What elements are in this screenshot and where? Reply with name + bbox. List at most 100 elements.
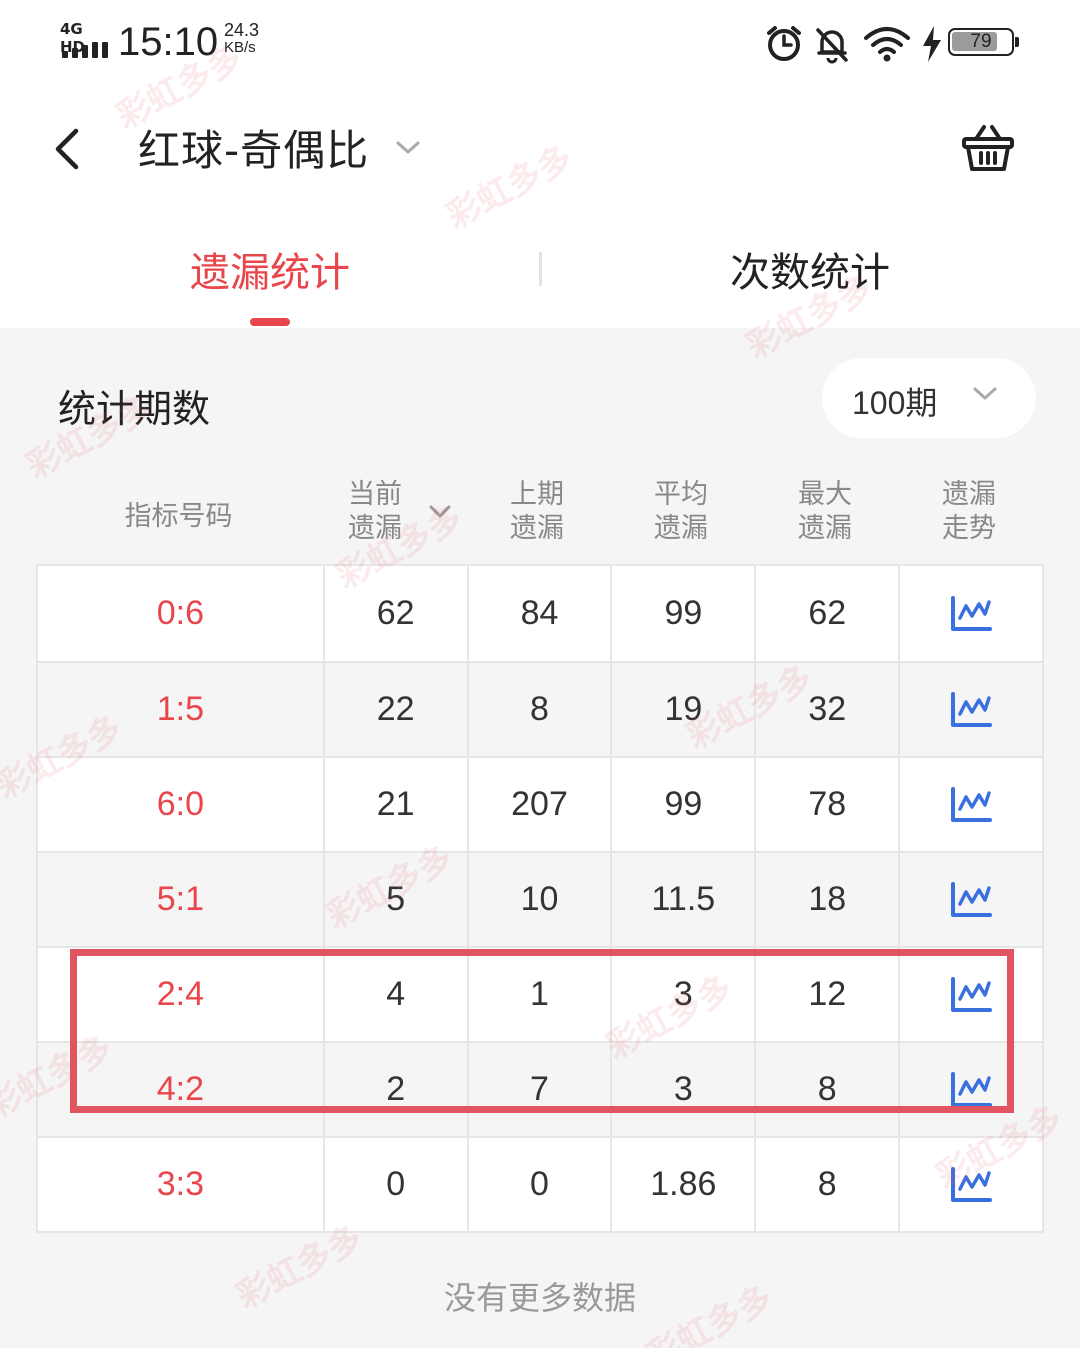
header-max-omission: 最大 遗漏	[798, 478, 942, 562]
cell-max-omission: 8	[754, 1138, 898, 1231]
header-line1: 上期	[510, 479, 564, 510]
line-chart-icon	[951, 691, 993, 727]
wifi-icon	[864, 27, 910, 62]
line-chart-icon	[951, 976, 993, 1012]
cell-last-omission: 1	[466, 948, 611, 1041]
alarm-icon	[767, 26, 801, 61]
header-code-label: 指标号码	[124, 501, 233, 532]
cell-code: 0:6	[156, 594, 204, 632]
line-chart-icon	[951, 1071, 993, 1107]
basket-icon	[962, 125, 1014, 171]
cell-current-omission: 2	[322, 1043, 467, 1136]
period-value: 100期	[852, 385, 938, 421]
page-title: 红球-奇偶比	[138, 125, 370, 175]
cell-code: 5:1	[156, 880, 204, 918]
cell-current-omission: 22	[322, 663, 467, 756]
tab-bar: 遗漏统计 次数统计	[0, 210, 1080, 328]
battery-icon: 79	[948, 28, 1019, 56]
battery-level: 79	[970, 31, 992, 52]
cell-avg-omission: 19	[610, 663, 754, 756]
cell-last-omission: 10	[466, 853, 611, 946]
cell-max-omission: 32	[754, 663, 898, 756]
trend-button[interactable]	[898, 853, 1042, 946]
network-speed: 24.3 KB/s	[224, 20, 284, 56]
header-line1: 当前	[348, 479, 402, 510]
period-select[interactable]: 100期	[822, 358, 1036, 438]
speed-unit: KB/s	[224, 39, 256, 56]
signal-icon	[62, 42, 108, 58]
trend-button[interactable]	[898, 758, 1042, 851]
sort-chevron-icon	[429, 505, 451, 518]
cell-last-omission: 7	[466, 1043, 611, 1136]
back-button[interactable]	[44, 117, 104, 177]
table-row: 1:5 22 8 19 32	[38, 661, 1042, 756]
title-dropdown[interactable]: 红球-奇偶比	[138, 117, 421, 177]
trend-button[interactable]	[898, 566, 1042, 661]
basket-button[interactable]	[958, 119, 1018, 179]
stats-panel: 统计期数 100期 指标号码 当前 遗漏 上期 遗漏 平均 遗漏 最大 遗漏 遗…	[0, 328, 1080, 1348]
trend-button[interactable]	[898, 1043, 1042, 1136]
cell-avg-omission: 1.86	[610, 1138, 754, 1231]
header-current-omission[interactable]: 当前 遗漏	[348, 478, 492, 562]
header-line2: 遗漏	[654, 513, 708, 544]
header-trend: 遗漏 走势	[942, 478, 1080, 562]
cell-avg-omission: 3	[610, 1043, 754, 1136]
table-row: 6:0 21 207 99 78	[38, 756, 1042, 851]
cell-max-omission: 18	[754, 853, 898, 946]
cell-avg-omission: 3	[610, 948, 754, 1041]
cell-max-omission: 78	[754, 758, 898, 851]
line-chart-icon	[951, 595, 993, 631]
line-chart-icon	[951, 881, 993, 917]
header-line1: 最大	[798, 479, 852, 510]
tab-omission-stats[interactable]: 遗漏统计	[0, 240, 540, 298]
cell-max-omission: 12	[754, 948, 898, 1041]
mute-bell-icon	[816, 28, 848, 64]
trend-button[interactable]	[898, 1138, 1042, 1231]
cell-last-omission: 207	[466, 758, 611, 851]
app-header: 红球-奇偶比	[0, 95, 1080, 205]
table-row: 3:3 0 0 1.86 8	[38, 1136, 1042, 1231]
header-line2: 走势	[942, 513, 996, 544]
cell-avg-omission: 99	[610, 758, 754, 851]
header-line2: 遗漏	[348, 513, 402, 544]
cell-last-omission: 0	[466, 1138, 611, 1231]
header-line1: 平均	[654, 479, 708, 510]
header-last-omission: 上期 遗漏	[510, 478, 654, 562]
status-bar: 4G HD 15:10 24.3 KB/s 79	[0, 0, 1080, 90]
cell-current-omission: 21	[322, 758, 467, 851]
cell-code: 1:5	[156, 690, 204, 728]
cell-last-omission: 8	[466, 663, 611, 756]
cell-code: 3:3	[156, 1165, 204, 1203]
speed-value: 24.3	[224, 20, 260, 40]
header-avg-omission: 平均 遗漏	[654, 478, 798, 562]
chevron-down-icon	[396, 141, 420, 154]
trend-button[interactable]	[898, 663, 1042, 756]
cell-code: 2:4	[156, 975, 204, 1013]
period-label: 统计期数	[58, 387, 211, 431]
header-line1: 遗漏	[942, 479, 996, 510]
line-chart-icon	[951, 1166, 993, 1202]
table-row: 2:4 4 1 3 12	[38, 946, 1042, 1041]
line-chart-icon	[951, 786, 993, 822]
no-more-data-text: 没有更多数据	[443, 1279, 636, 1317]
omission-table: 0:6 62 84 99 62 1:5 22 8 19 32 6:0 21 207 99 78 5:1 5…	[36, 564, 1044, 1233]
table-row: 5:1 5 10 11.5 18	[38, 851, 1042, 946]
cell-avg-omission: 99	[610, 566, 754, 661]
network-indicator: 4G HD	[60, 20, 110, 60]
cell-current-omission: 62	[322, 566, 467, 661]
cell-max-omission: 8	[754, 1043, 898, 1136]
trend-button[interactable]	[898, 948, 1042, 1041]
cell-last-omission: 84	[466, 566, 611, 661]
chevron-down-icon	[973, 387, 997, 400]
header-line2: 遗漏	[510, 513, 564, 544]
header-line2: 遗漏	[798, 513, 852, 544]
chevron-left-icon	[55, 128, 79, 170]
cell-current-omission: 0	[322, 1138, 467, 1231]
cell-code: 6:0	[156, 785, 204, 823]
active-tab-indicator	[250, 318, 290, 326]
table-row: 4:2 2 7 3 8	[38, 1041, 1042, 1136]
tab-count-stats[interactable]: 次数统计	[540, 240, 1080, 298]
cell-code: 4:2	[156, 1070, 204, 1108]
table-row: 0:6 62 84 99 62	[38, 566, 1042, 661]
cell-current-omission: 4	[322, 948, 467, 1041]
